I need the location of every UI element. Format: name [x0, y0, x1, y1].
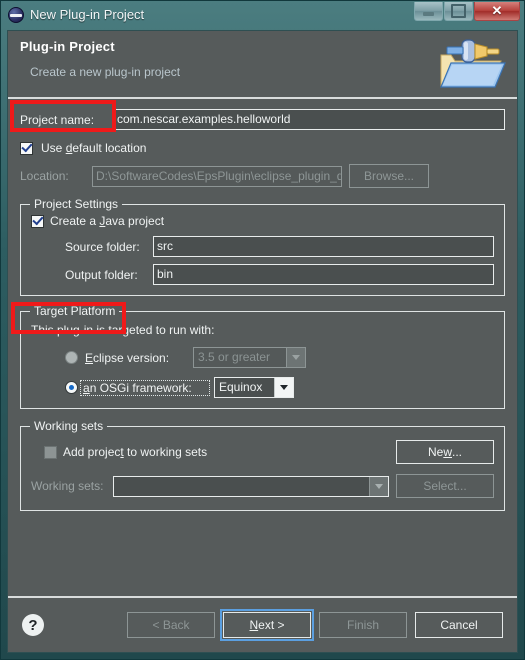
window-title: New Plug-in Project — [30, 7, 145, 22]
add-to-working-sets-label: Add project to working sets — [63, 445, 208, 459]
cancel-button[interactable]: Cancel — [415, 612, 503, 638]
mnemonic-e: E — [85, 350, 94, 365]
finish-button: Finish — [319, 612, 407, 638]
working-sets-combo-value — [114, 477, 369, 496]
chevron-down-icon[interactable] — [274, 378, 293, 397]
folder-plugin-icon — [435, 37, 507, 95]
banner-subtitle: Create a new plug-in project — [30, 65, 181, 79]
project-name-input[interactable]: com.nescar.examples.helloworld — [113, 109, 505, 130]
output-folder-row: Output folder: bin — [31, 264, 494, 285]
eclipse-version-combo: 3.5 or greater — [193, 347, 306, 368]
osgi-framework-label: an OSGi framework: — [80, 379, 210, 396]
project-name-label: Project name: — [20, 112, 95, 127]
mnemonic-n: N — [249, 618, 259, 632]
wizard-page-body: Project name: com.nescar.examples.hellow… — [8, 99, 517, 596]
source-folder-input[interactable]: src — [153, 236, 494, 257]
wizard-banner: Plug-in Project Create a new plug-in pro… — [8, 31, 517, 99]
chevron-down-icon[interactable] — [369, 476, 388, 496]
chevron-down-icon — [286, 348, 305, 367]
target-platform-group: Target Platform This plug-in is targeted… — [20, 304, 505, 409]
title-bar[interactable]: New Plug-in Project ✕ — [1, 1, 524, 28]
output-folder-label: Output folder: — [65, 267, 138, 282]
dialog-window: New Plug-in Project ✕ Plug-in Project Cr… — [0, 0, 525, 660]
select-working-set-button: Select... — [396, 474, 494, 498]
mnemonic-w: w — [443, 445, 452, 459]
new-working-set-button[interactable]: Ne w... — [396, 440, 494, 464]
next-button[interactable]: Next > — [220, 609, 314, 641]
working-sets-group-title: Working sets — [30, 419, 108, 433]
target-platform-description: This plug-in is targeted to run with: — [31, 323, 215, 337]
banner-title: Plug-in Project — [20, 39, 115, 54]
use-default-location-row[interactable]: Use default location — [20, 141, 505, 155]
target-platform-group-title: Target Platform — [30, 304, 120, 318]
output-folder-input[interactable]: bin — [153, 264, 494, 285]
working-sets-combo[interactable] — [113, 475, 389, 497]
location-input: D:\SoftwareCodes\EpsPlugin\eclipse_plugi… — [92, 165, 342, 187]
working-sets-row: Working sets: Select... — [31, 474, 494, 498]
browse-button: Browse... — [349, 164, 429, 188]
eclipse-version-row[interactable]: Eclipse version: 3.5 or greater — [31, 347, 494, 368]
working-sets-group: Working sets Add project to working sets… — [20, 419, 505, 511]
eclipse-version-label: Eclipse version: — [85, 350, 170, 365]
create-java-project-checkbox[interactable] — [31, 214, 44, 228]
create-java-project-row[interactable]: Create a Java project — [31, 214, 494, 228]
help-icon[interactable]: ? — [22, 614, 44, 636]
mnemonic-a: a — [83, 380, 90, 395]
close-button[interactable]: ✕ — [474, 2, 520, 21]
location-row: Location: D:\SoftwareCodes\EpsPlugin\ecl… — [20, 164, 505, 188]
eclipse-version-combo-value: 3.5 or greater — [198, 350, 271, 364]
project-settings-group-title: Project Settings — [30, 197, 123, 211]
osgi-framework-combo-value: Equinox — [219, 380, 263, 394]
project-settings-group: Project Settings Create a Java project S… — [20, 197, 505, 296]
dialog-footer: ? < Back Next > Finish Cancel — [8, 596, 517, 652]
maximize-button[interactable] — [444, 2, 473, 21]
footer-buttons: < Back Next > Finish Cancel — [127, 609, 503, 641]
back-button: < Back — [127, 612, 215, 638]
use-default-location-checkbox[interactable] — [20, 141, 33, 155]
add-to-working-sets-row[interactable]: Add project to working sets Ne w... — [31, 440, 494, 464]
dialog-client: Plug-in Project Create a new plug-in pro… — [7, 30, 518, 653]
eclipse-circle-icon — [8, 6, 24, 23]
source-folder-label: Source folder: — [65, 239, 140, 254]
working-sets-label: Working sets: — [31, 479, 104, 493]
add-to-working-sets-checkbox[interactable] — [44, 445, 57, 459]
eclipse-version-radio[interactable] — [65, 351, 78, 364]
minimize-button[interactable] — [414, 2, 443, 21]
create-java-project-label: Create a Java project — [50, 214, 165, 228]
project-name-row: Project name: com.nescar.examples.hellow… — [20, 109, 505, 130]
source-folder-row: Source folder: src — [31, 236, 494, 257]
window-controls: ✕ — [413, 2, 520, 21]
osgi-framework-combo[interactable]: Equinox — [214, 377, 294, 398]
osgi-framework-row[interactable]: an OSGi framework: Equinox — [31, 377, 494, 398]
osgi-framework-radio[interactable] — [65, 381, 78, 394]
use-default-location-label: Use default location — [41, 141, 147, 155]
location-label: Location: — [20, 169, 69, 183]
